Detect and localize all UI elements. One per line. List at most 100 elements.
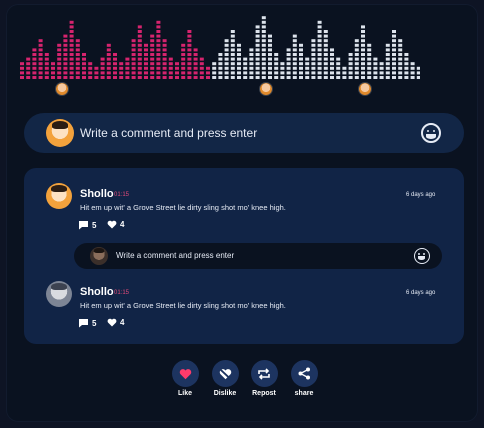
like-count[interactable]: 4 [107,220,124,229]
waveform-segment [193,57,198,61]
waveform-segment [398,53,403,56]
like-label: Like [177,390,192,397]
waveform-segment [261,39,266,43]
waveform-segment [330,76,334,79]
waveform-segment [57,66,62,70]
waveform-segment [354,57,359,61]
waveform-segment [268,53,272,56]
waveform-comment-avatar[interactable] [56,83,68,95]
waveform-segment [367,43,372,47]
waveform-segment [261,25,266,29]
reply-count[interactable]: 5 [78,220,96,230]
waveform-segment [237,71,241,75]
comment-avatar[interactable] [46,183,72,209]
dislike-label: Dislike [213,390,237,397]
waveform-comment-avatar[interactable] [260,83,272,95]
waveform-segment [131,62,136,66]
waveform-segment [255,34,260,38]
waveform-segment [75,43,80,47]
waveform-segment [150,34,155,38]
waveform-segment [305,57,310,61]
smiley-icon[interactable] [421,123,441,143]
waveform-segment [26,76,31,79]
comment-input[interactable]: Write a comment and press enter [80,126,257,140]
waveform-segment [243,66,248,70]
waveform-segment [32,57,37,61]
waveform-segment [26,62,31,66]
waveform-segment [63,34,68,38]
comment-avatar[interactable] [46,281,72,307]
waveform-segment [323,30,328,33]
waveform-segment [230,30,235,33]
waveform-segment [292,57,297,61]
waveform[interactable] [20,12,420,82]
waveform-segment [224,66,229,70]
repost-button[interactable]: Repost [242,360,286,397]
comment-age: 6 days ago [406,290,436,296]
waveform-segment [187,66,192,70]
heart-icon [107,318,117,327]
waveform-segment [323,53,328,56]
reply-input[interactable]: Write a comment and press enter [116,251,234,260]
waveform-segment [63,76,68,79]
waveform-comment-avatar[interactable] [359,83,371,95]
comment-username[interactable]: Shollo [80,286,114,298]
waveform-segment [348,57,353,61]
waveform-segment [168,71,173,75]
waveform-segment [137,25,142,29]
waveform-segment [305,66,310,70]
waveform-segment [330,62,334,66]
waveform-segment [286,71,291,75]
waveform-segment [212,66,217,70]
waveform-segment [100,66,105,70]
waveform-segment [237,66,241,70]
comment-composer[interactable]: Write a comment and press enter [24,113,464,153]
reply-composer[interactable]: Write a comment and press enter [74,243,442,269]
waveform-segment [286,76,291,79]
waveform-segment [348,76,353,79]
waveform-segment [255,53,260,56]
waveform-segment [286,57,291,61]
waveform-segment [63,71,68,75]
waveform-segment [311,43,316,47]
waveform-segment [367,48,372,52]
waveform-segment [137,48,142,52]
waveform-segment [354,71,359,75]
waveform-segment [69,57,74,61]
waveform-segment [75,76,80,79]
like-count[interactable]: 4 [107,318,124,327]
waveform-segment [230,53,235,56]
waveform-segment [404,62,409,66]
comment-timestamp[interactable]: 01:15 [114,290,129,296]
waveform-segment [230,34,235,38]
waveform-segment [311,57,316,61]
comment-username[interactable]: Shollo [80,188,114,200]
waveform-segment [150,48,155,52]
waveform-segment [243,57,248,61]
waveform-segment [51,71,55,75]
waveform-segment [268,76,272,79]
waveform-segment [317,43,322,47]
comment-timestamp[interactable]: 01:15 [114,192,129,198]
smiley-icon[interactable] [414,248,430,264]
waveform-segment [274,76,279,79]
waveform-segment [125,71,130,75]
share-button[interactable]: share [282,360,326,397]
waveform-segment [385,71,390,75]
reply-count[interactable]: 5 [78,318,96,328]
waveform-segment [119,76,124,79]
waveform-segment [187,30,192,33]
waveform-segment [268,57,272,61]
waveform-segment [286,66,291,70]
waveform-segment [274,62,279,66]
waveform-segment [410,71,415,75]
waveform-segment [379,62,384,66]
waveform-segment [373,57,378,61]
like-button[interactable]: Like [163,360,207,397]
waveform-segment [385,57,390,61]
waveform-segment [187,34,192,38]
waveform-segment [230,57,235,61]
dislike-button[interactable]: Dislike [203,360,247,397]
waveform-segment [69,62,74,66]
waveform-segment [162,43,167,47]
